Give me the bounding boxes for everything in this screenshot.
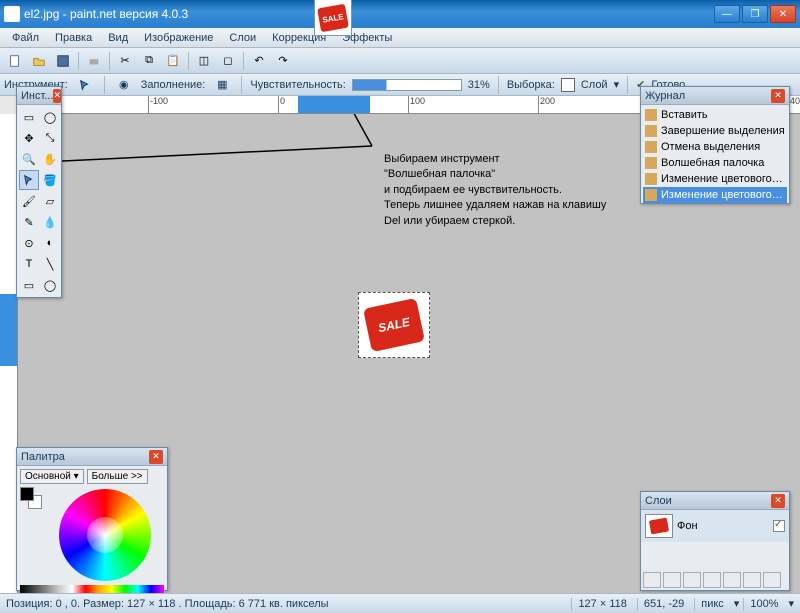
tool-ellipse[interactable]: ◯	[40, 275, 60, 295]
more-btn[interactable]: Больше >>	[87, 469, 148, 484]
menu-view[interactable]: Вид	[100, 30, 136, 46]
status-dims: 127 × 118	[571, 598, 632, 610]
copy-button[interactable]: ⧉	[138, 50, 160, 72]
paste-button[interactable]: 📋	[162, 50, 184, 72]
open-button[interactable]	[28, 50, 50, 72]
tool-zoom[interactable]: 🔍	[19, 149, 39, 169]
close-icon[interactable]: ✕	[771, 494, 785, 508]
minimize-button[interactable]: —	[714, 5, 740, 23]
status-unit[interactable]: пикс	[694, 598, 730, 610]
history-item[interactable]: Изменение цветового диапазона	[643, 187, 787, 203]
main-toolbar: ✂ ⧉ 📋 ◫ ◻ ↶ ↷	[0, 48, 800, 74]
deselect-button[interactable]: ◻	[217, 50, 239, 72]
tool-magic-wand[interactable]	[19, 170, 39, 190]
selmode-icon[interactable]: ◉	[113, 74, 135, 96]
status-selection: Позиция: 0 , 0. Размер: 127 × 118 . Площ…	[6, 598, 329, 610]
history-item[interactable]: Завершение выделения	[643, 123, 787, 139]
layer-scope[interactable]: Слой	[581, 79, 608, 91]
layer-name: Фон	[677, 520, 698, 532]
app-icon	[4, 6, 20, 22]
thumbnail-tab[interactable]: SALE	[314, 0, 352, 36]
layer-dup[interactable]	[683, 572, 701, 588]
sensitivity-label: Чувствительность:	[250, 79, 345, 91]
layer-merge[interactable]	[703, 572, 721, 588]
history-item[interactable]: Волшебная палочка	[643, 155, 787, 171]
history-panel[interactable]: Журнал✕ Вставить Завершение выделения От…	[640, 86, 790, 204]
crop-button[interactable]: ◫	[193, 50, 215, 72]
layer-add[interactable]	[643, 572, 661, 588]
tool-pencil[interactable]: ✎	[19, 212, 39, 232]
layer-row[interactable]: Фон	[641, 510, 789, 542]
sale-mini: SALE	[317, 3, 349, 31]
tools-panel[interactable]: Инст...✕ ▭ ◯ ✥ ⤡ 🔍 ✋ 🪣 🖌 ▱ ✎ 💧 ⊙ ◐ T ╲ ▭…	[16, 86, 62, 298]
layer-down[interactable]	[743, 572, 761, 588]
maximize-button[interactable]: ❐	[742, 5, 768, 23]
status-zoom[interactable]: 100%	[743, 598, 784, 610]
save-button[interactable]	[52, 50, 74, 72]
tool-recolor[interactable]: ◐	[40, 233, 60, 253]
window-titlebar: el2.jpg - paint.net версия 4.0.3 — ❐ ✕	[0, 0, 800, 28]
tool-text[interactable]: T	[19, 254, 39, 274]
history-item[interactable]: Отмена выделения	[643, 139, 787, 155]
close-icon[interactable]: ✕	[53, 89, 61, 103]
menubar: Файл Правка Вид Изображение Слои Коррекц…	[0, 28, 800, 48]
tool-picker[interactable]: 💧	[40, 212, 60, 232]
tool-lasso[interactable]: ◯	[40, 107, 60, 127]
color-wheel[interactable]	[59, 489, 151, 581]
selection-label: Выборка:	[507, 79, 555, 91]
fillmode-icon[interactable]: ▦	[211, 74, 233, 96]
cut-button[interactable]: ✂	[114, 50, 136, 72]
close-button[interactable]: ✕	[770, 5, 796, 23]
menu-layers[interactable]: Слои	[221, 30, 264, 46]
tool-line[interactable]: ╲	[40, 254, 60, 274]
history-item[interactable]: Изменение цветового диапазона	[643, 171, 787, 187]
sensitivity-value: 31%	[468, 79, 490, 91]
layer-thumb	[645, 514, 673, 538]
undo-button[interactable]: ↶	[248, 50, 270, 72]
tool-move[interactable]: ✥	[19, 128, 39, 148]
history-item[interactable]: Вставить	[643, 107, 787, 123]
tool-brush[interactable]: 🖌	[19, 191, 39, 211]
primary-color-btn[interactable]: Основной ▾	[20, 469, 84, 484]
window-title: el2.jpg - paint.net версия 4.0.3	[24, 7, 714, 21]
tool-eraser[interactable]: ▱	[40, 191, 60, 211]
canvas[interactable]: SALE	[358, 292, 430, 358]
close-icon[interactable]: ✕	[771, 89, 785, 103]
status-coords: 651, -29	[637, 598, 690, 610]
layers-panel[interactable]: Слои✕ Фон	[640, 491, 790, 591]
layer-del[interactable]	[663, 572, 681, 588]
tool-clone[interactable]: ⊙	[19, 233, 39, 253]
sale-image: SALE	[367, 303, 421, 347]
fill-label: Заполнение:	[141, 79, 206, 91]
menu-edit[interactable]: Правка	[47, 30, 100, 46]
palette-panel[interactable]: Палитра✕ Основной ▾ Больше >>	[16, 447, 168, 591]
close-icon[interactable]: ✕	[149, 450, 163, 464]
menu-file[interactable]: Файл	[4, 30, 47, 46]
tool-move-sel[interactable]: ⤡	[40, 128, 60, 148]
selection-swatch[interactable]	[561, 78, 575, 92]
tool-rect[interactable]: ▭	[19, 275, 39, 295]
layer-up[interactable]	[723, 572, 741, 588]
sensitivity-slider[interactable]	[352, 79, 462, 91]
tool-pan[interactable]: ✋	[40, 149, 60, 169]
print-button[interactable]	[83, 50, 105, 72]
color-swatches[interactable]	[20, 487, 42, 509]
layer-props[interactable]	[763, 572, 781, 588]
active-tool-icon[interactable]	[74, 74, 96, 96]
redo-button[interactable]: ↷	[272, 50, 294, 72]
tool-rect-select[interactable]: ▭	[19, 107, 39, 127]
tool-bucket[interactable]: 🪣	[40, 170, 60, 190]
layer-visible-checkbox[interactable]	[773, 520, 785, 532]
statusbar: Позиция: 0 , 0. Размер: 127 × 118 . Площ…	[0, 593, 800, 613]
menu-image[interactable]: Изображение	[136, 30, 221, 46]
new-button[interactable]	[4, 50, 26, 72]
